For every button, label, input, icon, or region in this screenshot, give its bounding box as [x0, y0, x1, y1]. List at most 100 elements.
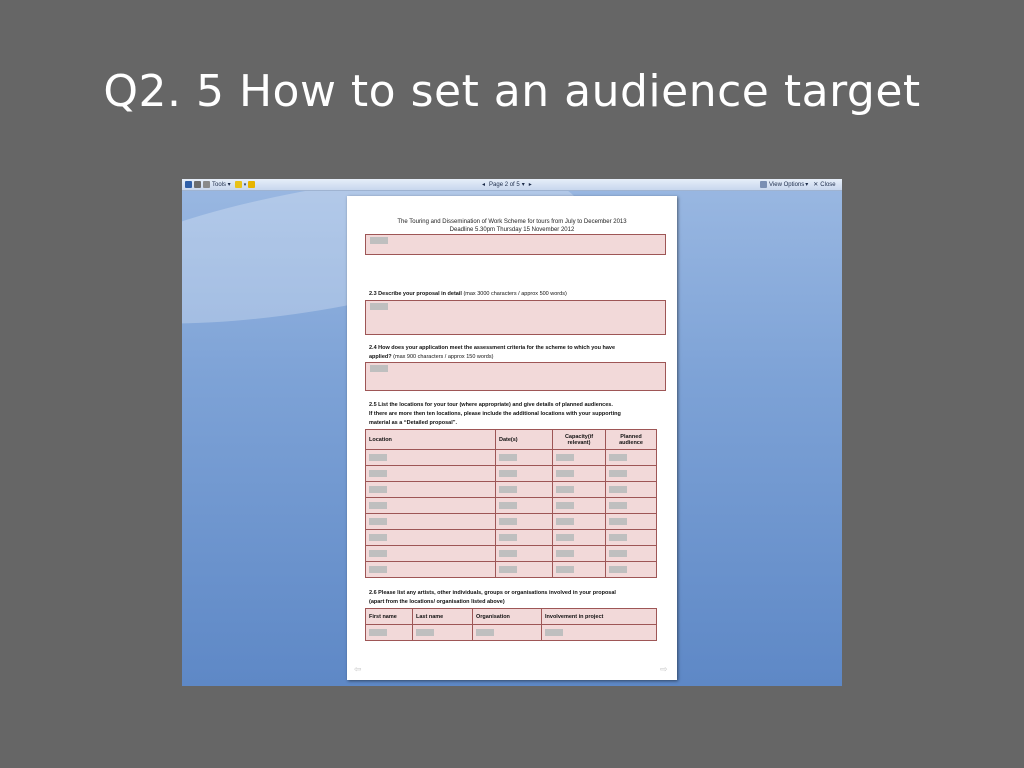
table-header-cell: Involvement in project	[541, 608, 657, 625]
view-options-icon	[760, 181, 767, 188]
close-button[interactable]: Close	[820, 182, 835, 188]
table-cell[interactable]	[365, 449, 496, 466]
form-field-marker	[609, 502, 627, 509]
prev-page-icon[interactable]: ◂	[482, 181, 485, 188]
table-cell[interactable]	[365, 529, 496, 546]
table-cell[interactable]	[605, 529, 657, 546]
table-cell[interactable]	[605, 481, 657, 498]
tools-label: Tools	[212, 182, 227, 188]
form-field-marker	[556, 502, 574, 509]
question-2-5-line1: 2.5 List the locations for your tour (wh…	[369, 402, 613, 408]
table-row	[365, 497, 657, 514]
table-row	[365, 449, 657, 466]
table-header-cell: Location	[365, 429, 496, 450]
table-cell[interactable]	[495, 529, 553, 546]
form-field-marker	[369, 486, 387, 493]
form-field-marker	[369, 470, 387, 477]
tools-icon[interactable]	[203, 181, 210, 188]
table-cell[interactable]	[365, 513, 496, 530]
next-page-icon[interactable]: ▸	[529, 181, 532, 188]
question-2-6-line2: (apart from the locations/ organisation …	[369, 599, 505, 605]
form-field-marker	[556, 518, 574, 525]
table-cell[interactable]	[605, 497, 657, 514]
table-row	[365, 561, 657, 578]
table-cell[interactable]	[365, 561, 496, 578]
form-field-marker	[545, 629, 563, 636]
question-2-3-bold: 2.3 Describe your proposal in detail	[369, 291, 462, 297]
folder-icon[interactable]	[248, 181, 256, 188]
tools-menu[interactable]: Tools ▾	[212, 181, 231, 188]
table-cell[interactable]	[495, 513, 553, 530]
page-dropdown-icon[interactable]: ▾	[522, 181, 525, 188]
locations-table-header: Location Date(s) Capacity(if relevant) P…	[365, 429, 657, 450]
form-field-criteria[interactable]	[365, 362, 666, 391]
form-field-marker	[369, 454, 387, 461]
table-cell[interactable]	[605, 513, 657, 530]
view-options-dropdown-icon[interactable]: ▾	[805, 181, 808, 188]
form-field-marker	[369, 550, 387, 557]
form-field-marker	[369, 518, 387, 525]
table-cell[interactable]	[365, 545, 496, 562]
table-cell[interactable]	[605, 545, 657, 562]
table-cell[interactable]	[552, 481, 606, 498]
table-cell[interactable]	[365, 624, 413, 641]
table-cell[interactable]	[552, 465, 606, 482]
view-options-button[interactable]: View Options	[769, 182, 804, 188]
question-2-5-line3: material as a “Detailed proposal”.	[369, 420, 458, 426]
table-cell[interactable]	[365, 465, 496, 482]
table-cell[interactable]	[412, 624, 473, 641]
form-field-marker	[609, 518, 627, 525]
table-cell[interactable]	[605, 449, 657, 466]
next-screen-icon[interactable]: ⇨	[660, 664, 668, 675]
form-field-marker	[499, 470, 517, 477]
form-field-proposal[interactable]	[365, 300, 666, 335]
people-table: First name Last name Organisation Involv…	[365, 608, 657, 641]
highlight-icon[interactable]	[234, 181, 242, 188]
table-header-cell: Capacity(if relevant)	[552, 429, 606, 450]
table-cell[interactable]	[472, 624, 542, 641]
table-cell[interactable]	[552, 529, 606, 546]
question-2-4-bold: applied?	[369, 354, 392, 360]
table-cell[interactable]	[495, 561, 553, 578]
page-indicator[interactable]: Page 2 of 5	[489, 182, 520, 188]
table-cell[interactable]	[365, 481, 496, 498]
table-cell[interactable]	[605, 561, 657, 578]
highlight-dropdown-icon[interactable]: ▾	[244, 182, 247, 188]
table-cell[interactable]	[495, 481, 553, 498]
table-cell[interactable]	[495, 497, 553, 514]
form-field-marker	[556, 566, 574, 573]
table-cell[interactable]	[495, 449, 553, 466]
table-cell[interactable]	[365, 497, 496, 514]
form-field-marker	[556, 534, 574, 541]
form-field-marker	[476, 629, 494, 636]
table-cell[interactable]	[495, 465, 553, 482]
table-cell[interactable]	[495, 545, 553, 562]
form-field-marker	[499, 534, 517, 541]
prev-screen-icon[interactable]: ⇦	[354, 664, 362, 675]
doc-header-line1: The Touring and Dissemination of Work Sc…	[397, 219, 627, 225]
table-cell[interactable]	[552, 449, 606, 466]
table-cell[interactable]	[552, 497, 606, 514]
question-2-5-line2: If there are more then ten locations, pl…	[369, 411, 621, 417]
table-cell[interactable]	[552, 561, 606, 578]
table-cell[interactable]	[541, 624, 657, 641]
table-header-cell: Organisation	[472, 608, 542, 625]
table-header-cell: Last name	[412, 608, 473, 625]
close-icon[interactable]: ✕	[813, 181, 818, 188]
table-header-cell: Planned audience	[605, 429, 657, 450]
table-cell[interactable]	[605, 465, 657, 482]
form-field-marker	[416, 629, 434, 636]
save-icon[interactable]	[185, 181, 192, 188]
table-cell[interactable]	[552, 513, 606, 530]
people-table-header: First name Last name Organisation Involv…	[365, 608, 657, 625]
table-header-cell: Date(s)	[495, 429, 553, 450]
form-field-marker	[369, 629, 387, 636]
print-icon[interactable]	[194, 181, 201, 188]
table-row	[365, 545, 657, 562]
form-field-marker	[609, 534, 627, 541]
form-field-header[interactable]	[365, 234, 666, 255]
locations-table: Location Date(s) Capacity(if relevant) P…	[365, 429, 657, 578]
table-cell[interactable]	[552, 545, 606, 562]
slide-title: Q2. 5 How to set an audience target	[103, 66, 921, 117]
form-field-marker	[499, 550, 517, 557]
